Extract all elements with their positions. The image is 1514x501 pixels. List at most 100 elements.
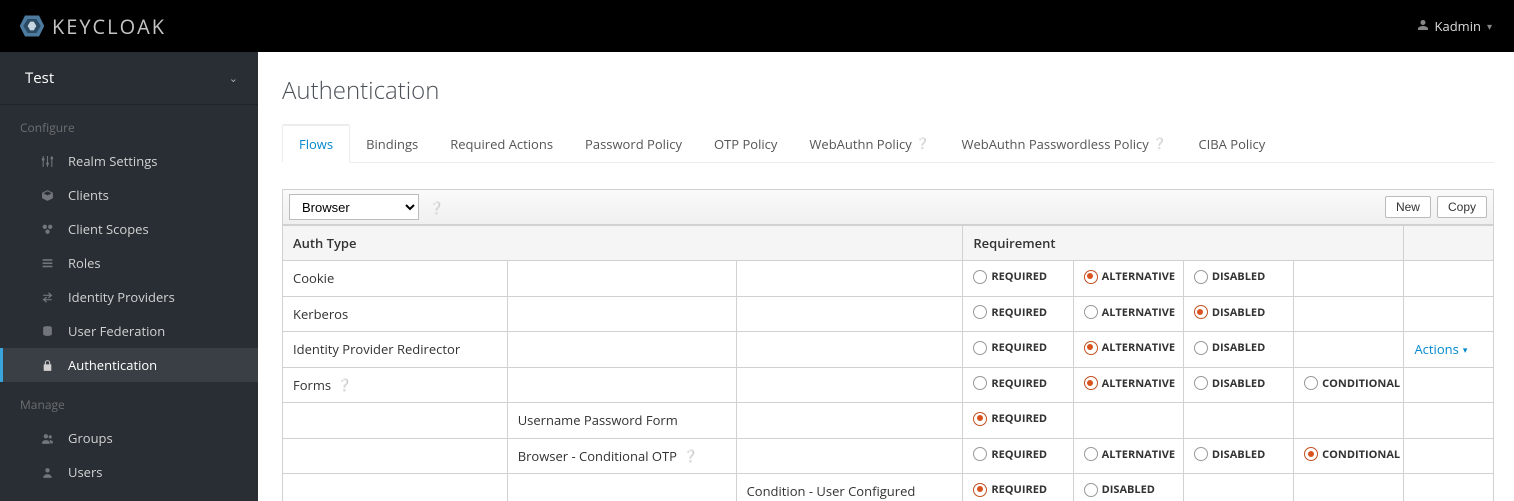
sidebar-item-roles[interactable]: Roles [0,246,258,280]
radio-required[interactable]: REQUIRED [973,305,1047,320]
actions-dropdown[interactable]: Actions▾ [1414,340,1467,358]
flow-toolbar: Browser ❔ New Copy [282,189,1494,225]
auth-name: Browser - Conditional OTP [518,447,677,465]
section-manage-label: Manage [0,382,258,421]
sidebar-item-label: Groups [68,429,113,447]
list-icon [40,256,54,270]
radio-disabled[interactable]: DISABLED [1194,305,1265,320]
sidebar-item-clients[interactable]: Clients [0,178,258,212]
radio-disabled[interactable]: DISABLED [1194,269,1265,284]
help-icon[interactable]: ❔ [916,136,930,151]
auth-name: Cookie [283,261,508,297]
help-icon[interactable]: ❔ [1153,136,1167,151]
sidebar-item-label: Users [68,463,102,481]
chevron-down-icon: ▾ [1463,343,1468,356]
user-menu[interactable]: Kadmin ▾ [1413,11,1496,41]
sidebar-item-label: Clients [68,186,109,204]
table-header-row: Auth Type Requirement [283,226,1494,261]
radio-required[interactable]: REQUIRED [973,376,1047,391]
radio-alternative[interactable]: ALTERNATIVE [1084,269,1175,284]
sidebar-item-authentication[interactable]: Authentication [0,348,258,382]
sidebar-item-label: Client Scopes [68,220,149,238]
auth-flows-table: Auth Type Requirement Cookie REQUIRED AL… [282,225,1494,501]
section-configure-label: Configure [0,105,258,144]
flow-select[interactable]: Browser [289,194,419,220]
help-icon[interactable]: ❔ [429,199,444,216]
sidebar-item-users[interactable]: Users [0,455,258,489]
sidebar-item-groups[interactable]: Groups [0,421,258,455]
radio-disabled[interactable]: DISABLED [1194,447,1265,462]
tab-webauthn-passwordless-policy[interactable]: WebAuthn Passwordless Policy ❔ [945,124,1182,163]
copy-button[interactable]: Copy [1437,196,1487,218]
scopes-icon [40,222,54,236]
user-icon [40,465,54,479]
top-bar: KEYCLOAK Kadmin ▾ [0,0,1514,52]
sliders-icon [40,154,54,168]
tab-password-policy[interactable]: Password Policy [569,124,698,163]
radio-required[interactable]: REQUIRED [973,340,1047,355]
table-row: Cookie REQUIRED ALTERNATIVE DISABLED [283,261,1494,297]
keycloak-logo-icon [18,12,46,40]
page-title: Authentication [282,74,1494,107]
user-label: Kadmin [1435,17,1481,35]
sidebar-item-label: User Federation [68,322,165,340]
tab-ciba-policy[interactable]: CIBA Policy [1182,124,1281,163]
chevron-down-icon: ▾ [1487,19,1492,33]
radio-alternative[interactable]: ALTERNATIVE [1084,447,1175,462]
auth-name: Forms [293,376,331,394]
tab-webauthn-policy[interactable]: WebAuthn Policy ❔ [793,124,945,163]
radio-disabled[interactable]: DISABLED [1194,340,1265,355]
realm-name: Test [25,68,54,88]
main-content: Authentication Flows Bindings Required A… [258,52,1514,501]
sidebar-item-label: Roles [68,254,101,272]
brand[interactable]: KEYCLOAK [18,12,166,40]
brand-text: KEYCLOAK [52,13,166,40]
auth-name: Identity Provider Redirector [283,332,508,368]
help-icon[interactable]: ❔ [683,447,698,464]
tab-otp-policy[interactable]: OTP Policy [698,124,793,163]
sidebar-item-user-federation[interactable]: User Federation [0,314,258,348]
sidebar-item-identity-providers[interactable]: Identity Providers [0,280,258,314]
tab-flows[interactable]: Flows [282,124,350,163]
cube-icon [40,188,54,202]
col-auth-type: Auth Type [283,226,963,261]
table-row: Forms ❔ REQUIRED ALTERNATIVE DISABLED CON… [283,367,1494,403]
lock-icon [40,358,54,372]
chevron-down-icon: ⌄ [229,71,238,86]
database-icon [40,324,54,338]
table-row: Identity Provider Redirector REQUIRED AL… [283,332,1494,368]
sidebar-item-realm-settings[interactable]: Realm Settings [0,144,258,178]
group-icon [40,431,54,445]
auth-name: Condition - User Configured [736,474,963,501]
col-requirement: Requirement [963,226,1404,261]
tab-required-actions[interactable]: Required Actions [434,124,569,163]
radio-alternative[interactable]: ALTERNATIVE [1084,376,1175,391]
radio-alternative[interactable]: ALTERNATIVE [1084,305,1175,320]
sidebar-item-label: Authentication [68,356,157,374]
realm-selector[interactable]: Test ⌄ [0,52,258,105]
radio-required[interactable]: REQUIRED [973,447,1047,462]
radio-required[interactable]: REQUIRED [973,269,1047,284]
new-button[interactable]: New [1385,196,1431,218]
sidebar-item-label: Realm Settings [68,152,157,170]
auth-name: Kerberos [283,296,508,332]
radio-disabled[interactable]: DISABLED [1084,482,1155,497]
table-row: Condition - User Configured REQUIRED DIS… [283,474,1494,501]
radio-alternative[interactable]: ALTERNATIVE [1084,340,1175,355]
sidebar: Test ⌄ Configure Realm Settings Clients … [0,52,258,501]
radio-disabled[interactable]: DISABLED [1194,376,1265,391]
radio-required[interactable]: REQUIRED [973,411,1047,426]
exchange-icon [40,290,54,304]
tabs: Flows Bindings Required Actions Password… [282,123,1494,163]
radio-required[interactable]: REQUIRED [973,482,1047,497]
help-icon[interactable]: ❔ [337,376,352,393]
radio-conditional[interactable]: CONDITIONAL [1304,376,1400,391]
user-icon [1417,17,1429,35]
sidebar-item-label: Identity Providers [68,288,175,306]
tab-bindings[interactable]: Bindings [350,124,434,163]
sidebar-item-client-scopes[interactable]: Client Scopes [0,212,258,246]
table-row: Kerberos REQUIRED ALTERNATIVE DISABLED [283,296,1494,332]
auth-name: Username Password Form [507,403,736,439]
table-row: Browser - Conditional OTP ❔ REQUIRED ALTE… [283,438,1494,474]
radio-conditional[interactable]: CONDITIONAL [1304,447,1400,462]
